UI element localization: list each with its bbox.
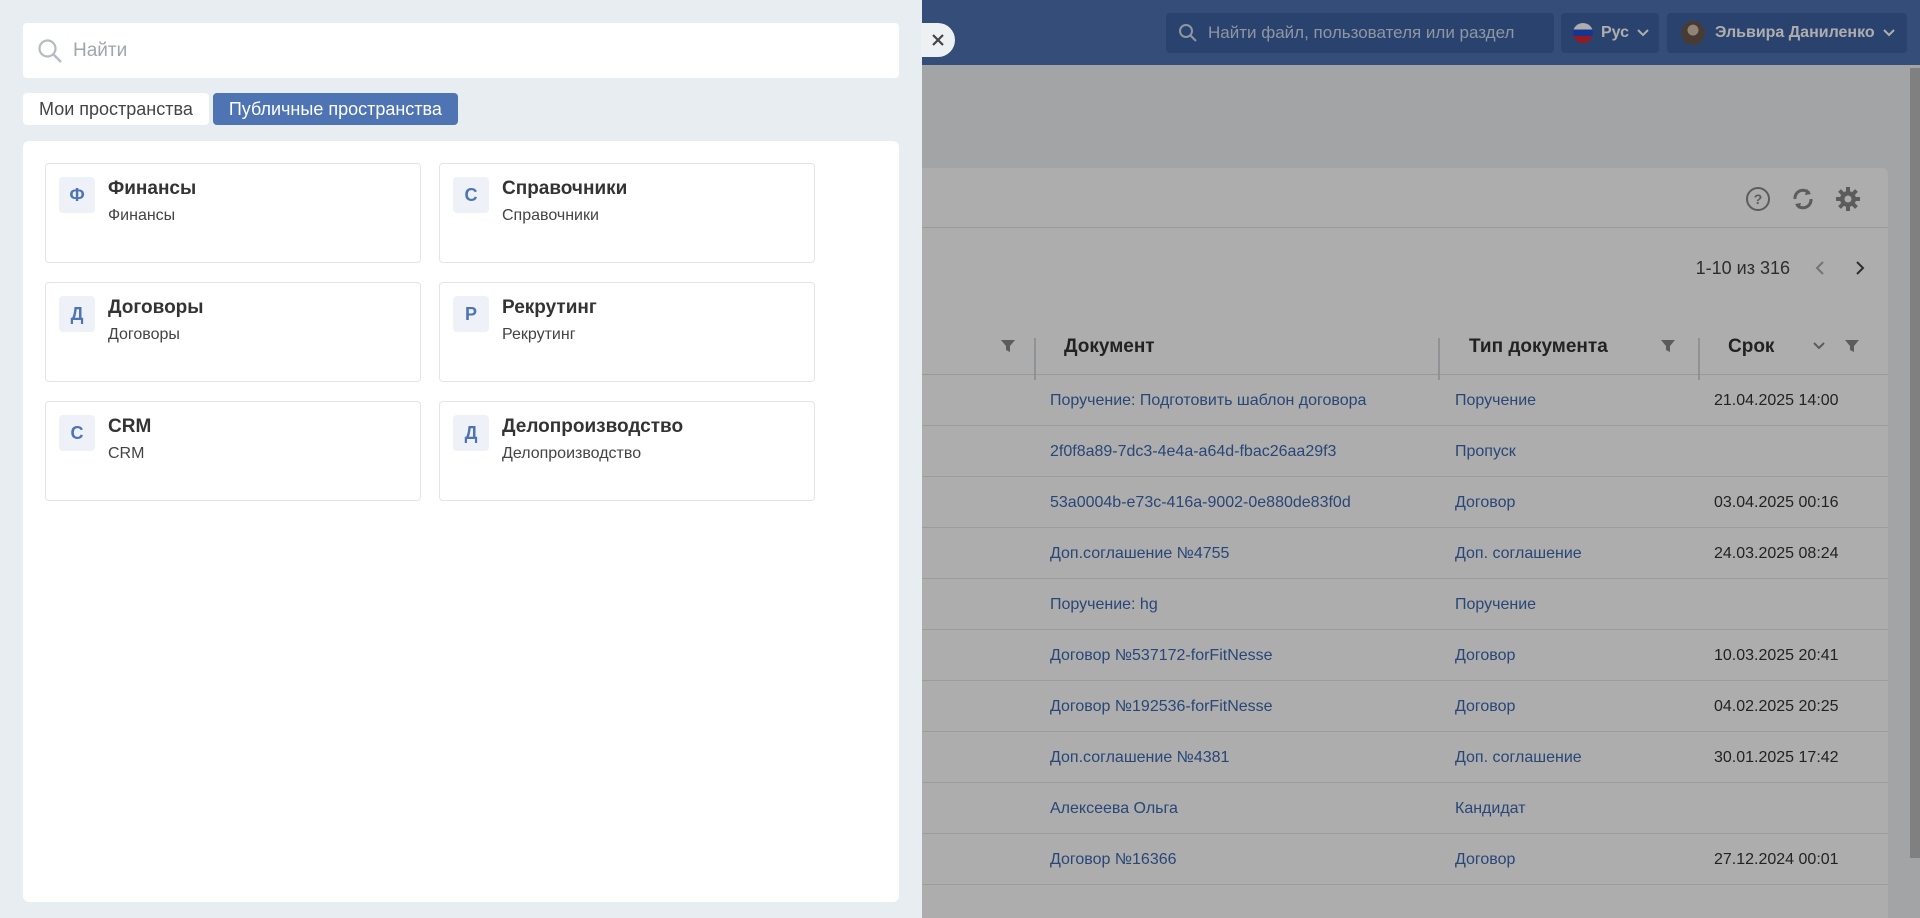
space-letter-icon: Ф bbox=[59, 177, 95, 213]
space-title: CRM bbox=[108, 416, 152, 437]
space-letter-icon: Р bbox=[453, 296, 489, 332]
spaces-list: Ф Финансы Финансы С Справочники Справочн… bbox=[23, 141, 899, 902]
space-title: Рекрутинг bbox=[502, 297, 597, 318]
space-letter-icon: С bbox=[453, 177, 489, 213]
space-card-directories[interactable]: С Справочники Справочники bbox=[439, 163, 815, 263]
space-subtitle: Договоры bbox=[108, 326, 180, 343]
space-subtitle: CRM bbox=[108, 445, 145, 462]
space-title: Справочники bbox=[502, 178, 628, 199]
space-title: Договоры bbox=[108, 297, 204, 318]
space-card-recruiting[interactable]: Р Рекрутинг Рекрутинг bbox=[439, 282, 815, 382]
spaces-panel: Мои пространства Публичные пространства … bbox=[0, 0, 922, 918]
close-icon bbox=[932, 34, 944, 46]
close-panel-button[interactable] bbox=[921, 23, 955, 57]
space-card-finance[interactable]: Ф Финансы Финансы bbox=[45, 163, 421, 263]
space-title: Финансы bbox=[108, 178, 197, 199]
space-subtitle: Рекрутинг bbox=[502, 326, 576, 343]
space-subtitle: Справочники bbox=[502, 207, 599, 224]
space-letter-icon: Д bbox=[453, 415, 489, 451]
space-title: Делопроизводство bbox=[502, 416, 684, 437]
space-subtitle: Делопроизводство bbox=[502, 445, 642, 462]
tab-public-spaces[interactable]: Публичные пространства bbox=[212, 93, 458, 125]
space-letter-icon: Д bbox=[59, 296, 95, 332]
search-icon bbox=[38, 38, 62, 63]
space-subtitle: Финансы bbox=[108, 207, 176, 224]
tab-my-spaces[interactable]: Мои пространства bbox=[23, 93, 209, 125]
spaces-search-box bbox=[23, 23, 899, 78]
space-card-records[interactable]: Д Делопроизводство Делопроизводство bbox=[439, 401, 815, 501]
spaces-tabs: Мои пространства Публичные пространства bbox=[23, 93, 462, 125]
spaces-search-input[interactable] bbox=[73, 39, 873, 62]
space-letter-icon: С bbox=[59, 415, 95, 451]
space-card-contracts[interactable]: Д Договоры Договоры bbox=[45, 282, 421, 382]
space-card-crm[interactable]: С CRM CRM bbox=[45, 401, 421, 501]
